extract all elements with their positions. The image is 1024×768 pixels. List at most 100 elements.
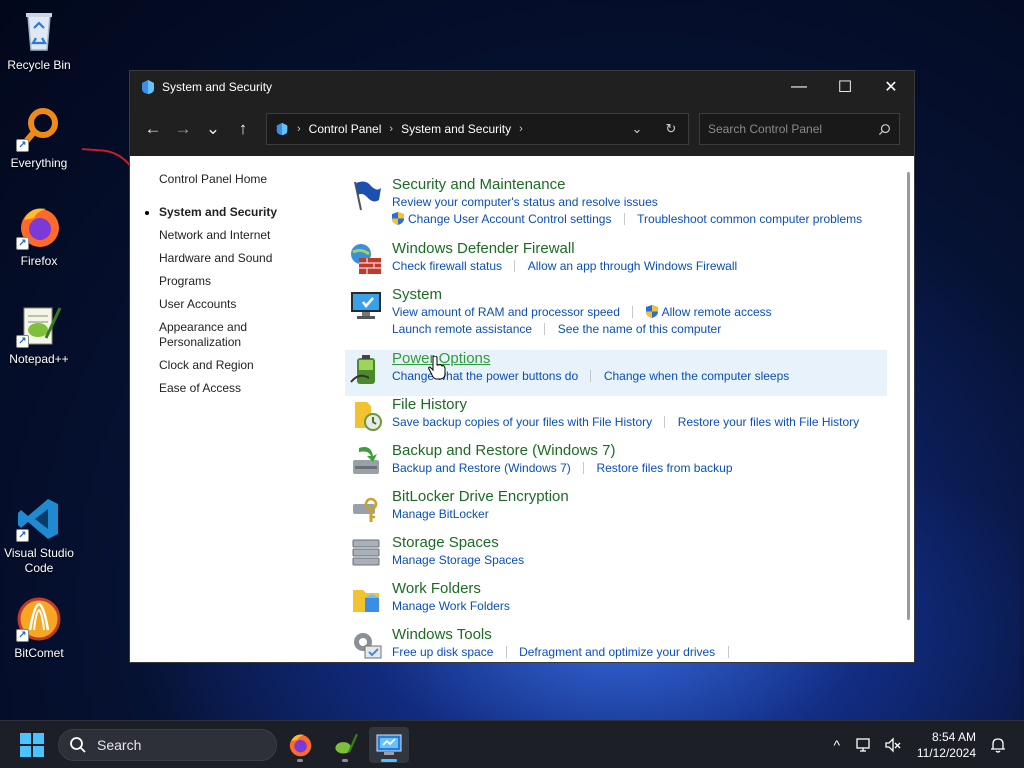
- category-file-history: File History Save backup copies of your …: [345, 396, 887, 442]
- search-control-panel[interactable]: [699, 113, 900, 145]
- link-manage-bitlocker[interactable]: Manage BitLocker: [392, 506, 489, 523]
- clock[interactable]: 8:54 AM 11/12/2024: [917, 729, 976, 761]
- link-allow-app[interactable]: Allow an app through Windows Firewall: [528, 258, 737, 275]
- arrow-left-icon: ←: [144, 119, 162, 138]
- show-hidden-icons-button[interactable]: ^: [823, 731, 851, 759]
- link-allow-remote-access[interactable]: Allow remote access: [662, 304, 772, 321]
- sidebar-item-ease-of-access[interactable]: Ease of Access: [159, 381, 339, 396]
- link-review-status[interactable]: Review your computer's status and resolv…: [392, 194, 658, 211]
- close-button[interactable]: ✕: [868, 71, 914, 103]
- search-icon[interactable]: [878, 123, 891, 136]
- category-title[interactable]: BitLocker Drive Encryption: [392, 488, 569, 506]
- category-title[interactable]: Windows Defender Firewall: [392, 240, 575, 258]
- category-title[interactable]: Work Folders: [392, 580, 481, 598]
- link-view-ram[interactable]: View amount of RAM and processor speed: [392, 304, 620, 321]
- breadcrumb-control-panel[interactable]: Control Panel: [309, 122, 382, 136]
- category-title[interactable]: Security and Maintenance: [392, 176, 565, 194]
- work-folders-icon: [353, 590, 379, 612]
- desktop-icon-recycle-bin[interactable]: Recycle Bin: [4, 8, 74, 73]
- category-title[interactable]: Storage Spaces: [392, 534, 499, 552]
- breadcrumb-system-and-security[interactable]: System and Security: [401, 122, 511, 136]
- firefox-icon: [289, 734, 312, 757]
- maximize-icon: ☐: [837, 79, 853, 96]
- maximize-button[interactable]: ☐: [822, 71, 868, 103]
- arrow-right-icon: →: [174, 119, 192, 138]
- notifications-button[interactable]: [984, 731, 1012, 759]
- sidebar-item-hardware-and-sound[interactable]: Hardware and Sound: [159, 251, 339, 266]
- link-restore-from-backup[interactable]: Restore files from backup: [596, 460, 732, 477]
- desktop-icon-firefox[interactable]: ↗ Firefox: [4, 204, 74, 269]
- category-title[interactable]: System: [392, 286, 442, 304]
- sidebar-item-control-panel-home[interactable]: Control Panel Home: [159, 172, 339, 187]
- control-panel-icon: [376, 734, 402, 755]
- refresh-button[interactable]: ↻: [654, 114, 688, 144]
- control-panel-window: System and Security — ☐ ✕ ← → ⌄ ↑ › Cont…: [129, 70, 915, 663]
- network-status-button[interactable]: [851, 731, 879, 759]
- link-launch-remote-assistance[interactable]: Launch remote assistance: [392, 321, 532, 338]
- back-button[interactable]: ←: [138, 114, 168, 144]
- chevron-down-icon: ⌄: [205, 119, 221, 138]
- link-change-uac[interactable]: Change User Account Control settings: [408, 211, 611, 228]
- arrow-up-icon: ↑: [238, 119, 248, 138]
- shortcut-arrow-icon: ↗: [16, 237, 29, 250]
- taskbar-app-control-panel[interactable]: [369, 727, 409, 763]
- sidebar-item-clock-and-region[interactable]: Clock and Region: [159, 358, 339, 373]
- recent-locations-button[interactable]: ⌄: [198, 114, 228, 144]
- category-storage-spaces: Storage Spaces Manage Storage Spaces: [345, 534, 887, 580]
- search-icon: [70, 737, 86, 753]
- backup-icon: [353, 447, 379, 474]
- control-panel-icon: [142, 80, 154, 94]
- title-bar[interactable]: System and Security — ☐ ✕: [130, 71, 914, 103]
- sidebar-item-appearance-and-personalization[interactable]: Appearance and Personalization: [159, 320, 269, 350]
- search-input[interactable]: [708, 122, 878, 136]
- forward-button[interactable]: →: [168, 114, 198, 144]
- minimize-button[interactable]: —: [776, 71, 822, 103]
- content-pane: Control Panel Home System and Security N…: [130, 156, 914, 662]
- sidebar-item-system-and-security[interactable]: System and Security: [145, 205, 339, 220]
- link-check-firewall[interactable]: Check firewall status: [392, 258, 502, 275]
- category-title[interactable]: Power Options: [392, 350, 490, 368]
- windows-start-icon[interactable]: [20, 733, 44, 757]
- link-troubleshoot[interactable]: Troubleshoot common computer problems: [637, 211, 862, 228]
- link-see-computer-name[interactable]: See the name of this computer: [558, 321, 721, 338]
- desktop-icon-label: Notepad++: [9, 352, 69, 366]
- up-button[interactable]: ↑: [228, 114, 258, 144]
- navigation-bar: ← → ⌄ ↑ › Control Panel › System and Sec…: [130, 103, 914, 155]
- taskbar-search[interactable]: Search: [58, 729, 277, 761]
- link-manage-storage-spaces[interactable]: Manage Storage Spaces: [392, 552, 524, 569]
- desktop-icon-everything[interactable]: ↗ Everything: [4, 106, 74, 171]
- sidebar-item-programs[interactable]: Programs: [159, 274, 339, 289]
- link-restore-file-history[interactable]: Restore your files with File History: [678, 414, 859, 431]
- category-title[interactable]: Backup and Restore (Windows 7): [392, 442, 615, 460]
- shortcut-arrow-icon: ↗: [16, 629, 29, 642]
- address-dropdown-button[interactable]: ⌄: [620, 114, 654, 144]
- link-backup-restore-win7[interactable]: Backup and Restore (Windows 7): [392, 460, 571, 477]
- link-power-buttons[interactable]: Change what the power buttons do: [392, 368, 578, 385]
- desktop-icon-bitcomet[interactable]: ↗ BitComet: [4, 596, 74, 661]
- link-manage-work-folders[interactable]: Manage Work Folders: [392, 598, 510, 615]
- speaker-muted-icon: [885, 737, 901, 753]
- vertical-scrollbar[interactable]: [907, 172, 910, 620]
- chevron-down-icon: ⌄: [631, 121, 643, 136]
- minimize-icon: —: [791, 78, 807, 95]
- desktop-icon-vscode[interactable]: ↗ Visual Studio Code: [4, 496, 74, 576]
- link-defragment[interactable]: Defragment and optimize your drives: [519, 644, 715, 661]
- category-windows-tools: Windows Tools Free up disk space Defragm…: [345, 626, 887, 662]
- category-windows-defender-firewall: Windows Defender Firewall Check firewall…: [345, 240, 887, 286]
- sidebar-item-user-accounts[interactable]: User Accounts: [159, 297, 339, 312]
- sidebar-item-network-and-internet[interactable]: Network and Internet: [159, 228, 339, 243]
- taskbar-app-notepadpp[interactable]: [325, 727, 365, 763]
- left-navigation: Control Panel Home System and Security N…: [145, 172, 339, 404]
- category-title[interactable]: File History: [392, 396, 467, 414]
- taskbar-app-firefox[interactable]: [280, 727, 320, 763]
- category-title[interactable]: Windows Tools: [392, 626, 492, 644]
- tools-icon: [354, 633, 382, 659]
- address-bar[interactable]: › Control Panel › System and Security › …: [266, 113, 689, 145]
- volume-button[interactable]: [879, 731, 907, 759]
- link-save-backup-copies[interactable]: Save backup copies of your files with Fi…: [392, 414, 652, 431]
- link-free-up-disk-space[interactable]: Free up disk space: [392, 644, 493, 661]
- refresh-icon: ↻: [665, 121, 677, 136]
- window-title: System and Security: [162, 80, 273, 94]
- desktop-icon-notepadpp[interactable]: ↗ Notepad++: [4, 302, 74, 367]
- link-computer-sleeps[interactable]: Change when the computer sleeps: [604, 368, 789, 385]
